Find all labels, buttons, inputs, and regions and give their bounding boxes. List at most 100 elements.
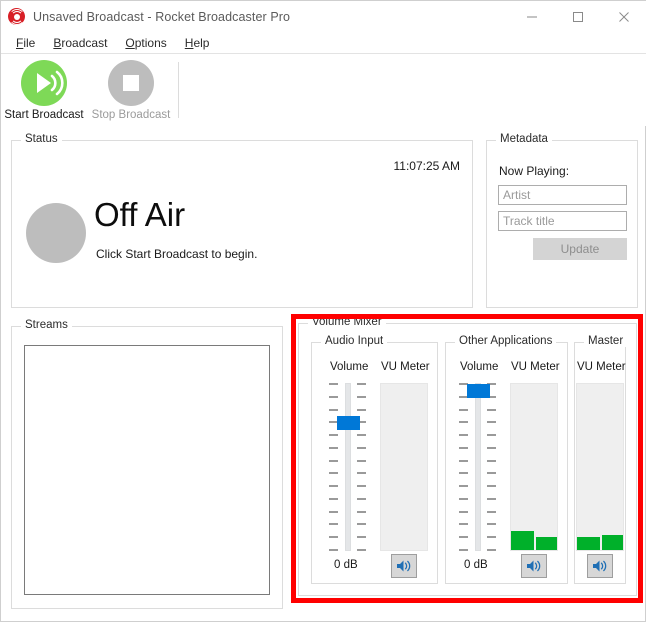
slider-tick — [487, 536, 496, 538]
master-mute-button[interactable] — [587, 554, 613, 578]
update-metadata-button[interactable]: Update — [533, 238, 627, 260]
slider-tick — [487, 447, 496, 449]
slider-tick — [487, 523, 496, 525]
artist-input[interactable] — [498, 185, 627, 205]
speaker-icon — [397, 560, 411, 572]
start-broadcast-button[interactable]: Start Broadcast — [1, 57, 87, 125]
other-applications-db-value: 0 dB — [464, 559, 488, 571]
slider-tick — [329, 383, 338, 385]
slider-tick — [357, 460, 366, 462]
menu-bar: File Broadcast Options Help — [1, 32, 646, 53]
master-vu-meter — [576, 383, 624, 551]
window-title: Unsaved Broadcast - Rocket Broadcaster P… — [33, 9, 291, 24]
slider-tick — [487, 409, 496, 411]
menu-item-broadcast[interactable]: Broadcast — [44, 35, 116, 51]
slider-tick — [459, 549, 468, 551]
slider-tick — [487, 511, 496, 513]
slider-thumb[interactable] — [467, 384, 490, 398]
slider-tick — [329, 536, 338, 538]
vu-bar-left — [511, 531, 534, 550]
slider-tick — [329, 434, 338, 436]
maximize-icon[interactable] — [555, 1, 601, 32]
vu-column-label: VU Meter — [381, 361, 430, 373]
toolbar-separator — [178, 62, 179, 118]
metadata-panel: Metadata Now Playing: Update — [486, 133, 638, 308]
other-applications-mute-button[interactable] — [521, 554, 547, 578]
menu-mnemonic: O — [125, 35, 135, 50]
slider-tick — [459, 409, 468, 411]
slider-tick — [329, 498, 338, 500]
streams-panel: Streams — [11, 319, 283, 609]
stop-broadcast-button[interactable]: Stop Broadcast — [88, 57, 174, 125]
play-broadcast-icon — [18, 57, 70, 109]
slider-tick — [357, 383, 366, 385]
slider-tick — [357, 485, 366, 487]
menu-item-file[interactable]: File — [7, 35, 44, 51]
slider-thumb[interactable] — [337, 416, 360, 430]
vu-bar-left — [577, 537, 600, 550]
volume-mixer-panel: Volume Mixer Audio Input Volume VU Meter… — [298, 316, 637, 596]
channel-title: Master — [584, 335, 628, 347]
streams-list[interactable] — [24, 345, 270, 595]
mixer-channel-audio-input: Audio Input Volume VU Meter 0 dB — [311, 335, 438, 584]
audio-input-volume-slider[interactable] — [325, 383, 371, 551]
slider-tick — [357, 447, 366, 449]
status-clock: 11:07:25 AM — [393, 159, 461, 173]
slider-ticks-right — [357, 383, 367, 551]
slider-track — [345, 383, 351, 551]
stop-broadcast-label: Stop Broadcast — [91, 109, 171, 121]
mixer-channel-other-applications: Other Applications Volume VU Meter 0 dB — [445, 335, 568, 584]
slider-ticks-right — [487, 383, 497, 551]
other-applications-volume-slider[interactable] — [455, 383, 501, 551]
slider-tick — [487, 472, 496, 474]
minimize-icon[interactable] — [509, 1, 555, 32]
slider-tick — [329, 523, 338, 525]
menu-item-options[interactable]: Options — [116, 35, 175, 51]
vu-column-label: VU Meter — [577, 361, 626, 373]
vu-column-label: VU Meter — [511, 361, 560, 373]
vu-bar-right — [536, 537, 557, 550]
status-state-subtitle: Click Start Broadcast to begin. — [96, 247, 258, 261]
menu-label: ptions — [134, 35, 167, 50]
slider-tick — [329, 409, 338, 411]
slider-tick — [459, 447, 468, 449]
status-state-title: Off Air — [94, 196, 186, 233]
title-bar: Unsaved Broadcast - Rocket Broadcaster P… — [1, 1, 646, 32]
slider-tick — [357, 549, 366, 551]
slider-tick — [329, 472, 338, 474]
menu-item-help[interactable]: Help — [176, 35, 219, 51]
slider-tick — [357, 472, 366, 474]
channel-title: Audio Input — [321, 335, 388, 347]
slider-tick — [357, 536, 366, 538]
audio-input-mute-button[interactable] — [391, 554, 417, 578]
start-broadcast-label: Start Broadcast — [4, 109, 84, 121]
metadata-group-title: Metadata — [496, 133, 552, 145]
slider-ticks-left — [329, 383, 339, 551]
slider-tick — [329, 511, 338, 513]
track-title-input[interactable] — [498, 211, 627, 231]
now-playing-label: Now Playing: — [499, 164, 570, 178]
slider-ticks-left — [459, 383, 469, 551]
audio-input-db-value: 0 dB — [334, 559, 358, 571]
slider-tick — [357, 523, 366, 525]
speaker-icon — [527, 560, 541, 572]
streams-group-title: Streams — [21, 319, 72, 331]
slider-tick — [357, 498, 366, 500]
slider-tick — [459, 498, 468, 500]
slider-track — [475, 383, 481, 551]
toolbar: Start Broadcast Stop Broadcast — [1, 54, 646, 126]
volume-column-label: Volume — [330, 361, 369, 373]
close-icon[interactable] — [601, 1, 646, 32]
speaker-icon — [593, 560, 607, 572]
other-applications-vu-meter — [510, 383, 558, 551]
slider-tick — [459, 434, 468, 436]
menu-label: ile — [23, 35, 36, 50]
stop-square-icon — [105, 57, 157, 109]
slider-tick — [329, 549, 338, 551]
menu-label: elp — [193, 35, 210, 50]
slider-tick — [459, 523, 468, 525]
slider-tick — [487, 549, 496, 551]
mixer-channel-master: Master VU Meter — [574, 335, 628, 584]
status-group-title: Status — [21, 133, 62, 145]
slider-tick — [357, 434, 366, 436]
